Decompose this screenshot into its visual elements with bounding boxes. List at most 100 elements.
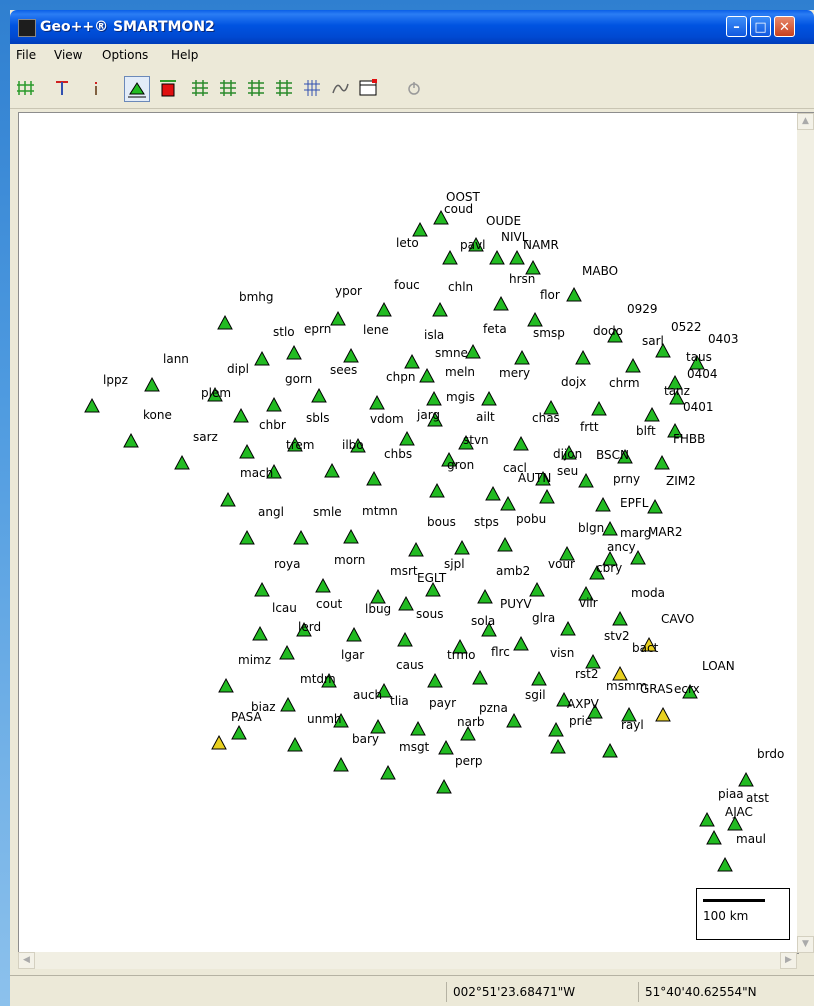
horizontal-scrollbar[interactable]: ◀ ▶ <box>18 952 797 969</box>
station-93[interactable]: glra <box>513 611 555 651</box>
station-marker-icon[interactable] <box>706 829 722 845</box>
station-85[interactable]: moda <box>612 586 665 626</box>
station-19[interactable]: lene <box>343 323 389 363</box>
station-123[interactable]: msgt <box>380 740 430 780</box>
station-marker-icon[interactable] <box>514 349 530 365</box>
station-7[interactable]: MABO <box>566 264 618 302</box>
scroll-down-icon[interactable]: ▼ <box>797 936 814 953</box>
station-marker-icon[interactable] <box>578 472 594 488</box>
station-marker-icon[interactable] <box>254 350 270 366</box>
station-97[interactable]: bact <box>612 641 659 681</box>
station-marker-icon[interactable] <box>654 454 670 470</box>
map-canvas[interactable]: OOST coud OUDE leto pavl NIVL NAMR MABO hrsn fouc… <box>18 112 799 954</box>
station-marker-icon[interactable] <box>481 390 497 406</box>
station-63[interactable]: AUTN <box>500 471 551 511</box>
station-marker-icon[interactable] <box>287 736 303 752</box>
menu-view[interactable]: View <box>54 48 82 62</box>
station-marker-icon[interactable] <box>254 581 270 597</box>
station-51[interactable]: sarz <box>174 430 218 470</box>
station-59[interactable]: gron <box>429 458 474 498</box>
station-marker-icon[interactable] <box>123 432 139 448</box>
station-red-icon[interactable] <box>158 78 178 98</box>
station-marker-icon[interactable] <box>500 495 516 511</box>
station-58[interactable]: ilbo <box>324 438 364 478</box>
station-marker-icon[interactable] <box>506 712 522 728</box>
menu-help[interactable]: Help <box>171 48 198 62</box>
station-marker-icon[interactable] <box>252 625 268 641</box>
station-21[interactable]: feta <box>465 322 507 359</box>
station-121[interactable]: rayl <box>602 718 644 758</box>
station-122[interactable]: bary <box>333 732 379 772</box>
table-icon[interactable] <box>358 78 378 98</box>
power-icon[interactable] <box>404 78 424 98</box>
station-119[interactable]: narb <box>438 715 485 755</box>
layer-2-icon[interactable] <box>218 78 238 98</box>
station-112[interactable]: sgil <box>506 688 546 728</box>
close-button[interactable]: ✕ <box>774 16 795 37</box>
station-101[interactable]: flrc <box>472 645 510 685</box>
station-marker-icon[interactable] <box>218 677 234 693</box>
maximize-button[interactable]: □ <box>750 16 771 37</box>
station-marker-icon[interactable] <box>612 610 628 626</box>
station-marker-icon[interactable] <box>477 588 493 604</box>
station-marker-icon[interactable] <box>412 221 428 237</box>
station-129[interactable]: maul <box>717 832 766 872</box>
info-icon[interactable] <box>86 78 106 98</box>
station-42[interactable]: kone <box>123 408 172 448</box>
station-marker-icon[interactable] <box>509 249 525 265</box>
station-23[interactable]: dodo <box>575 324 623 365</box>
scroll-right-icon[interactable]: ▶ <box>780 952 797 969</box>
station-marker-icon[interactable] <box>429 482 445 498</box>
station-marker-icon[interactable] <box>233 407 249 423</box>
station-marker-icon[interactable] <box>266 396 282 412</box>
station-77[interactable]: royа <box>254 557 300 597</box>
station-marker-icon[interactable] <box>560 620 576 636</box>
station-marker-icon[interactable] <box>493 295 509 311</box>
station-29[interactable]: sees <box>311 363 357 403</box>
station-35[interactable]: chpn <box>369 370 415 410</box>
station-marker-icon[interactable] <box>531 670 547 686</box>
station-marker-icon[interactable] <box>315 577 331 593</box>
layer-1-icon[interactable] <box>190 78 210 98</box>
station-marker-icon[interactable] <box>699 811 715 827</box>
station-marker-icon[interactable] <box>380 764 396 780</box>
station-marker-icon[interactable] <box>485 485 501 501</box>
station-marker-icon[interactable] <box>472 669 488 685</box>
station-92[interactable]: sous <box>397 607 443 647</box>
station-marker-icon[interactable] <box>497 536 513 552</box>
scroll-up-icon[interactable]: ▲ <box>797 113 814 130</box>
station-marker-icon[interactable] <box>239 529 255 545</box>
station-marker-icon[interactable] <box>550 738 566 754</box>
station-marker-icon[interactable] <box>465 343 481 359</box>
station-marker-icon[interactable] <box>174 454 190 470</box>
station-11[interactable]: ypor <box>330 284 362 326</box>
station-83[interactable]: vour <box>529 557 575 597</box>
station-marker-icon[interactable] <box>376 301 392 317</box>
station-57[interactable]: trem <box>266 438 314 479</box>
station-80[interactable]: msrt <box>370 564 418 604</box>
station-84[interactable]: cbry <box>578 561 622 601</box>
station-marker-icon[interactable] <box>330 310 346 326</box>
grid-icon[interactable] <box>16 78 36 98</box>
station-marker-icon[interactable] <box>548 721 564 737</box>
station-map-icon[interactable] <box>124 76 150 102</box>
station-114[interactable]: payr <box>410 696 456 736</box>
station-13[interactable]: bmhg <box>217 290 274 330</box>
station-marker-icon[interactable] <box>144 376 160 392</box>
scroll-left-icon[interactable]: ◀ <box>18 952 35 969</box>
station-marker-icon[interactable] <box>539 488 555 504</box>
station-100[interactable]: trmo <box>427 648 475 688</box>
station-marker-icon[interactable] <box>398 595 414 611</box>
station-marker-icon[interactable] <box>280 696 296 712</box>
station-marker-icon[interactable] <box>217 314 233 330</box>
station-marker-icon[interactable] <box>644 406 660 422</box>
station-94[interactable]: lerd <box>279 620 321 660</box>
station-marker-icon[interactable] <box>513 635 529 651</box>
signal-t-icon[interactable] <box>52 78 72 98</box>
station-marker-icon[interactable] <box>408 541 424 557</box>
layer-4-icon[interactable] <box>274 78 294 98</box>
station-22[interactable]: smsp <box>514 326 565 365</box>
curve-icon[interactable] <box>330 78 350 98</box>
station-marker-icon[interactable] <box>397 631 413 647</box>
station-marker-icon[interactable] <box>346 626 362 642</box>
